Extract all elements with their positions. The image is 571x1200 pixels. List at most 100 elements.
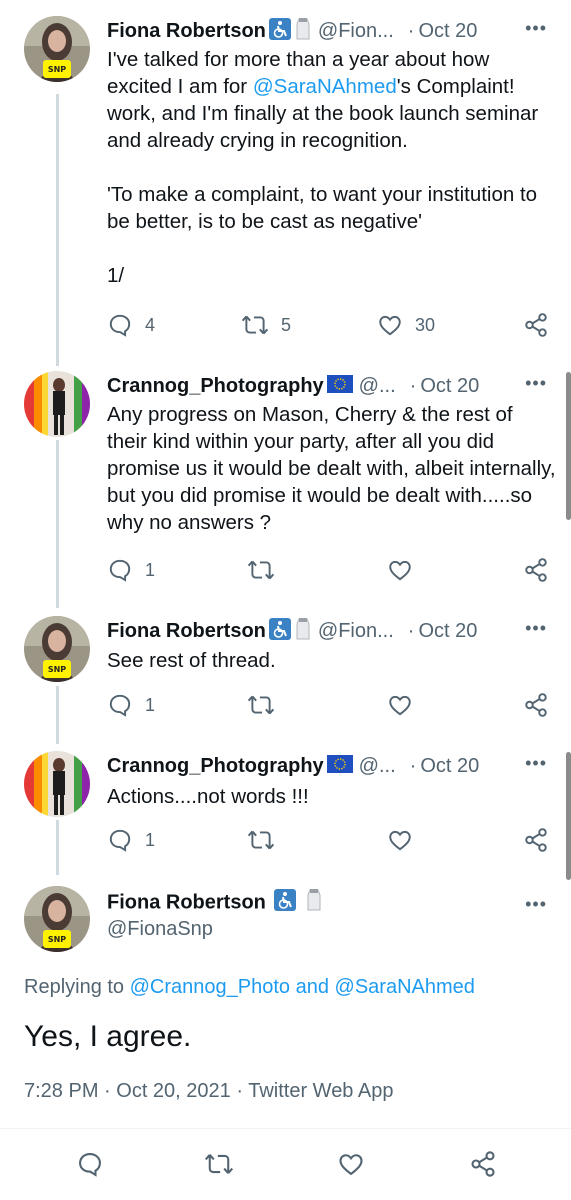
avatar[interactable]	[24, 751, 90, 817]
retweet-icon	[247, 830, 275, 850]
display-name[interactable]: Fiona Robertson	[107, 620, 266, 643]
heart-icon	[389, 830, 411, 851]
user-handle[interactable]: @...	[359, 375, 396, 398]
wheelchair-icon	[274, 889, 297, 917]
focus-display-name[interactable]: Fiona Robertson	[107, 888, 323, 918]
more-options-button[interactable]: •••	[525, 373, 547, 394]
share-icon	[525, 693, 547, 717]
display-name[interactable]: Fiona Robertson	[107, 20, 266, 43]
svg-text:SNP: SNP	[48, 665, 66, 674]
tweet-date[interactable]: Oct 20	[418, 620, 477, 643]
svg-text:SNP: SNP	[48, 65, 66, 74]
like-button[interactable]: 30	[377, 312, 435, 338]
tweet-header: Crannog_Photography @... · Oct 20	[107, 751, 555, 781]
retweet-count: 5	[281, 314, 292, 335]
mention-link[interactable]: @Crannog_Photo	[130, 976, 290, 998]
more-options-button[interactable]: •••	[525, 894, 547, 915]
tweet-meta: 7:28 PM · Oct 20, 2021 · Twitter Web App	[24, 1080, 393, 1103]
retweet-button[interactable]	[204, 1150, 234, 1178]
heart-icon	[379, 315, 401, 336]
tweet-actions: 4 5 30	[107, 312, 551, 340]
user-handle[interactable]: @Fion...	[318, 620, 394, 643]
tweet[interactable]: Crannog_Photography @... · Oct 20 ••• Ac…	[0, 751, 571, 861]
meta-separator: ·	[98, 1080, 117, 1102]
tweet-full-date[interactable]: Oct 20, 2021	[116, 1080, 231, 1102]
focus-tweet-text: Yes, I agree.	[24, 1020, 192, 1053]
share-button[interactable]	[523, 827, 549, 853]
reply-button[interactable]	[76, 1150, 104, 1178]
tweet-text-part: 's Complaint! work, and I'm finally at t…	[107, 75, 539, 287]
mention-link[interactable]: @SaraNAhmed	[253, 75, 397, 98]
like-button[interactable]	[387, 557, 413, 583]
retweet-button[interactable]	[247, 692, 275, 718]
separator-dot: ·	[409, 374, 417, 397]
tweet[interactable]: SNP Fiona Robertson @Fion... · Oct 20 ••…	[0, 16, 571, 356]
tweet[interactable]: Crannog_Photography @... · Oct 20 ••• An…	[0, 371, 571, 591]
avatar[interactable]: SNP	[24, 886, 90, 952]
wheelchair-icon	[268, 617, 291, 645]
retweet-button[interactable]	[247, 827, 275, 853]
like-count: 30	[415, 314, 436, 335]
reply-icon	[109, 694, 131, 717]
reply-button[interactable]: 1	[107, 827, 155, 853]
mention-link[interactable]: @SaraNAhmed	[335, 976, 475, 998]
user-handle[interactable]: @FionaSnp	[107, 918, 213, 941]
salt-shaker-icon	[305, 888, 323, 918]
tweet-actions: 1	[107, 692, 551, 720]
avatar[interactable]: SNP	[24, 16, 90, 82]
tweet[interactable]: SNP Fiona Robertson @Fion... · Oct 20 ••…	[0, 616, 571, 726]
tweet-actions: 1	[107, 557, 551, 585]
replying-and: and	[290, 976, 335, 998]
retweet-button[interactable]	[247, 557, 275, 583]
share-button[interactable]	[469, 1150, 497, 1178]
share-icon	[525, 313, 547, 337]
display-name[interactable]: Crannog_Photography	[107, 755, 324, 778]
display-name[interactable]: Crannog_Photography	[107, 375, 324, 398]
tweet-date[interactable]: Oct 20	[418, 20, 477, 43]
share-icon	[471, 1151, 495, 1177]
reply-button[interactable]: 4	[107, 312, 155, 338]
tweet-date[interactable]: Oct 20	[420, 375, 479, 398]
reply-icon	[79, 1153, 101, 1177]
tweet-text: Any progress on Mason, Cherry & the rest…	[107, 403, 562, 534]
svg-text:SNP: SNP	[48, 935, 66, 944]
tweet-actions: 1	[107, 827, 551, 855]
eu-flag-icon	[326, 754, 353, 778]
more-options-button[interactable]: •••	[525, 753, 547, 774]
tweet-text: Actions....not words !!!	[107, 785, 309, 808]
tweet-header: Fiona Robertson @Fion... · Oct 20	[107, 16, 555, 46]
avatar[interactable]: SNP	[24, 616, 90, 682]
display-name[interactable]: Fiona Robertson	[107, 891, 266, 913]
tweet-time[interactable]: 7:28 PM	[24, 1080, 98, 1102]
like-button[interactable]	[337, 1150, 365, 1178]
reply-icon	[109, 829, 131, 852]
focus-tweet-actions	[0, 1150, 571, 1180]
tweet-header: Crannog_Photography @... · Oct 20	[107, 371, 555, 401]
scrollbar[interactable]	[566, 752, 571, 880]
share-button[interactable]	[523, 312, 549, 338]
replying-prefix: Replying to	[24, 976, 130, 998]
share-button[interactable]	[523, 557, 549, 583]
tweet-date[interactable]: Oct 20	[420, 755, 479, 778]
reply-count: 1	[145, 829, 156, 850]
user-handle[interactable]: @...	[359, 755, 396, 778]
tweet-text: I've talked for more than a year about h…	[107, 46, 557, 289]
tweet-text: See rest of thread.	[107, 649, 276, 672]
meta-separator: ·	[230, 1080, 249, 1102]
salt-shaker-icon	[294, 17, 312, 46]
like-button[interactable]	[387, 827, 413, 853]
like-button[interactable]	[387, 692, 413, 718]
share-button[interactable]	[523, 692, 549, 718]
more-options-button[interactable]: •••	[525, 618, 547, 639]
retweet-button[interactable]: 5	[241, 312, 291, 338]
more-options-button[interactable]: •••	[525, 18, 547, 39]
avatar[interactable]	[24, 371, 90, 437]
eu-flag-icon	[326, 374, 353, 398]
scrollbar[interactable]	[566, 372, 571, 520]
user-handle[interactable]: @Fion...	[318, 20, 394, 43]
tweet-source[interactable]: Twitter Web App	[248, 1080, 393, 1102]
heart-icon	[389, 560, 411, 581]
replying-to: Replying to @Crannog_Photo and @SaraNAhm…	[24, 976, 475, 999]
reply-button[interactable]: 1	[107, 692, 155, 718]
reply-button[interactable]: 1	[107, 557, 155, 583]
